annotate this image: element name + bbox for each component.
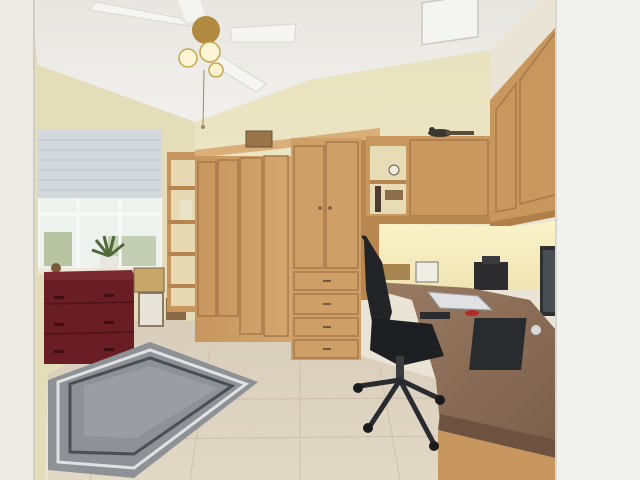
wall-cabinet-center [366,136,490,224]
photo-scene [0,0,640,480]
wall-art [133,267,165,293]
red-dresser [43,270,136,364]
wardrobe-cabinets [195,128,380,360]
left-door-frame [0,0,34,480]
air-vent [421,0,479,46]
clock [388,164,400,176]
open-shelves-left [167,152,197,312]
mouse [465,310,479,316]
desk-box [415,261,439,283]
room-photo [0,0,640,480]
leaning-frame [138,292,164,327]
top-basket [245,130,273,148]
right-wall [556,0,640,480]
small-decor [51,263,61,273]
